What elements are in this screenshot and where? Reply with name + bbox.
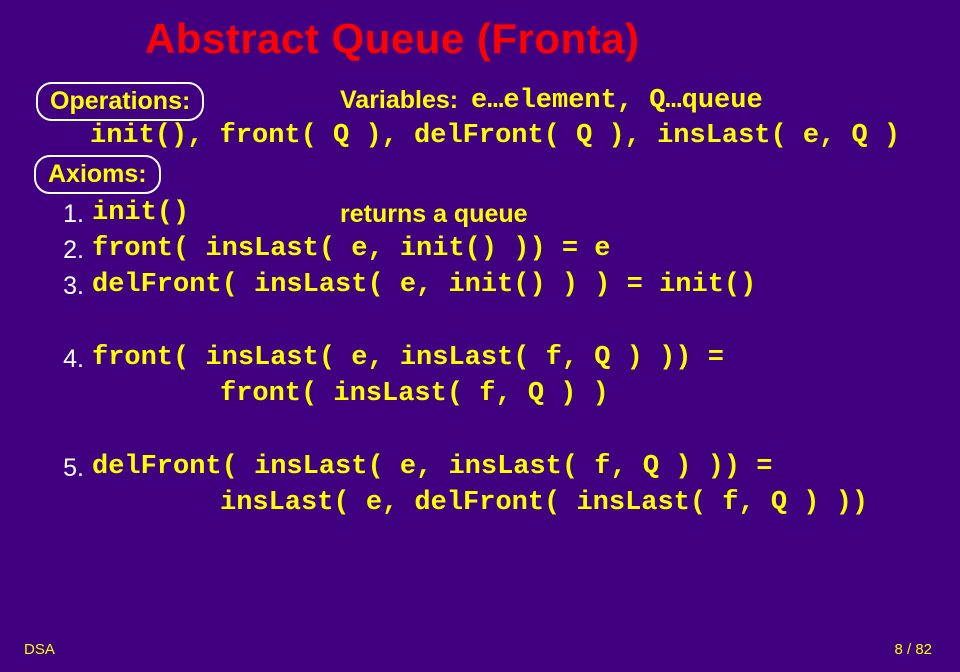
axiom-1-code: init() <box>92 198 189 228</box>
axioms-label-box: Axioms: <box>34 155 161 194</box>
axiom-number-1: 1. <box>58 200 84 229</box>
axiom-1-returns: returns a queue <box>340 200 528 229</box>
footer-right: 8 / 82 <box>894 641 932 658</box>
variables-code: e…element, Q…queue <box>471 86 763 116</box>
slide: Abstract Queue (Fronta) Operations: Vari… <box>0 0 960 672</box>
operations-code: init(), front( Q ), delFront( Q ), insLa… <box>90 121 900 151</box>
operations-label-box: Operations: <box>36 82 204 121</box>
axiom-number-2: 2. <box>58 236 84 265</box>
axiom-number-3: 3. <box>58 272 84 301</box>
axiom-4-line1: front( insLast( e, insLast( f, Q ) )) = <box>92 343 724 373</box>
axiom-4-line2: front( insLast( f, Q ) ) <box>220 379 609 409</box>
slide-title: Abstract Queue (Fronta) <box>145 15 640 63</box>
axiom-3: delFront( insLast( e, init() ) ) = init(… <box>92 270 756 300</box>
axiom-5-line2: insLast( e, delFront( insLast( f, Q ) )) <box>220 488 868 518</box>
axiom-number-4: 4. <box>58 345 84 374</box>
axiom-number-5: 5. <box>58 454 84 483</box>
axiom-5-line1: delFront( insLast( e, insLast( f, Q ) ))… <box>92 452 773 482</box>
axiom-2: front( insLast( e, init() )) = e <box>92 234 610 264</box>
footer-left: DSA <box>24 641 55 658</box>
variables-label: Variables: <box>340 86 458 115</box>
